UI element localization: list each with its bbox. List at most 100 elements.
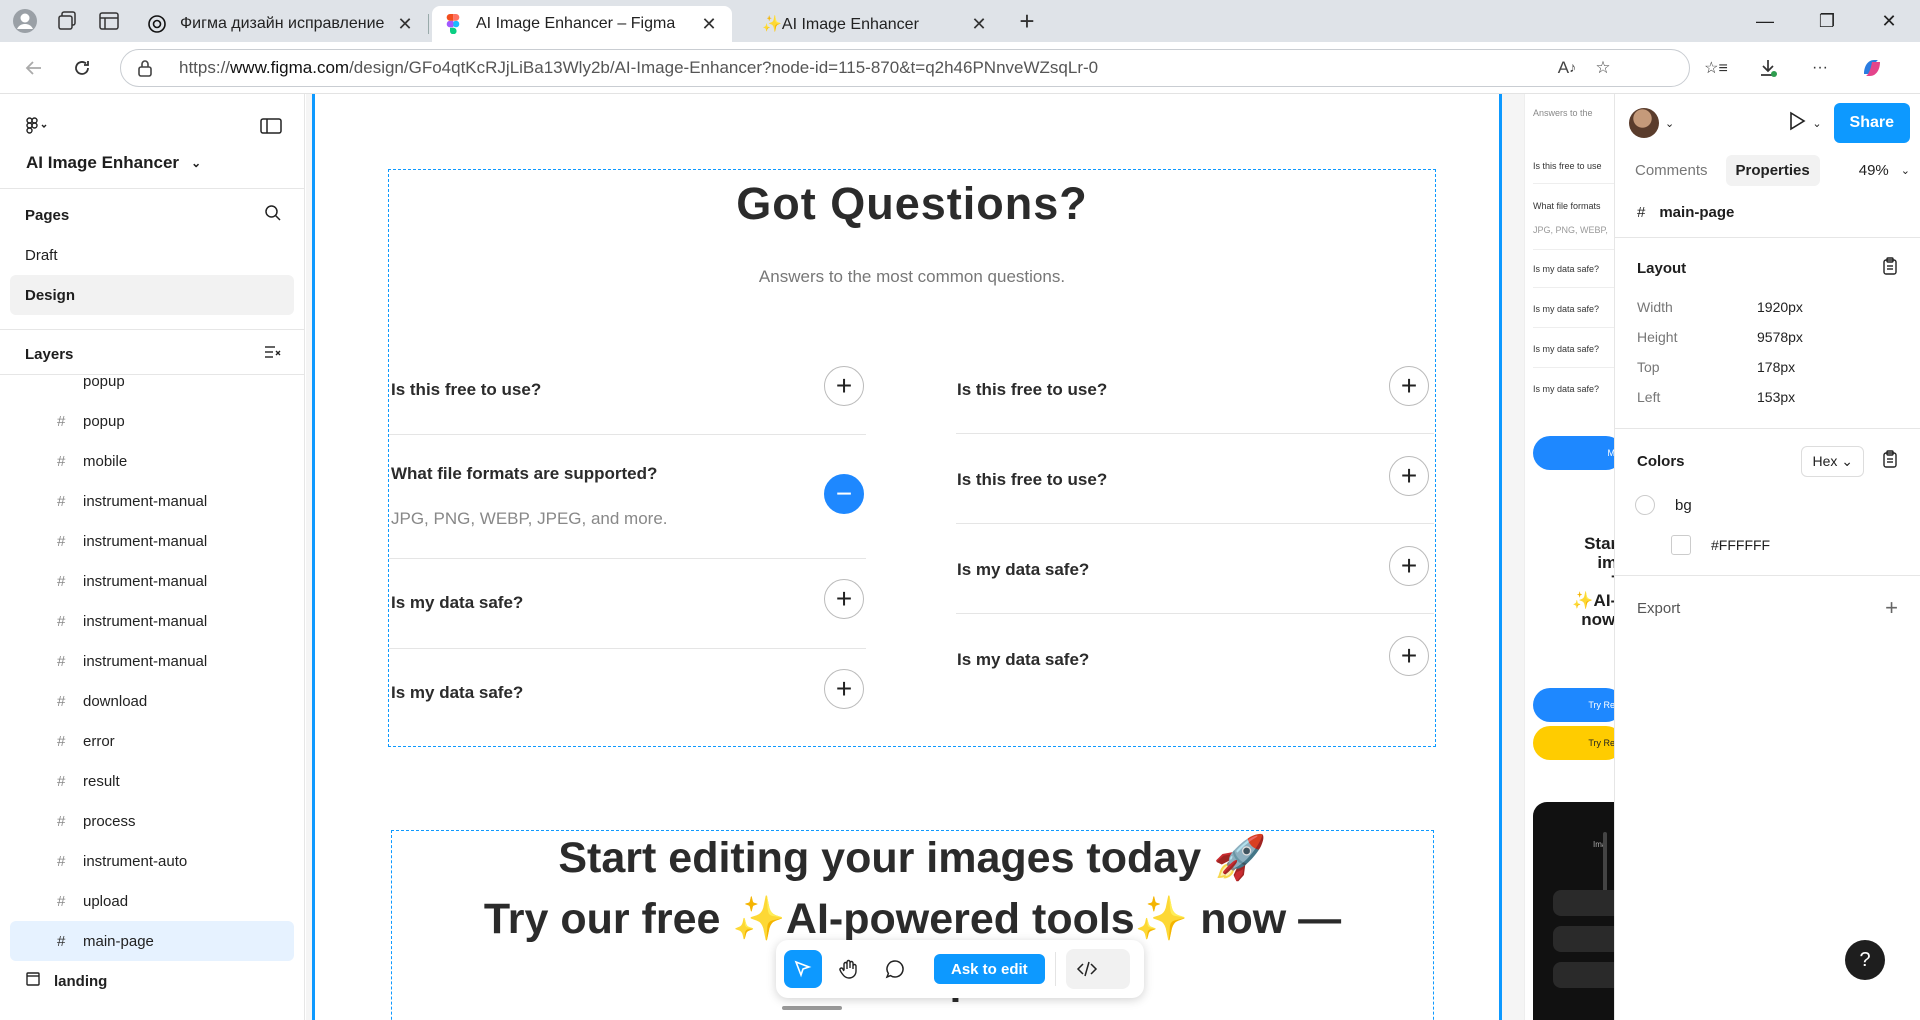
plus-icon[interactable]: + — [824, 366, 864, 406]
color-value-row[interactable]: #FFFFFF — [1615, 525, 1920, 565]
divider — [0, 329, 304, 330]
favorites-icon[interactable]: ☆≡ — [1690, 48, 1742, 88]
section-landing[interactable]: landing — [10, 961, 294, 1001]
plus-icon[interactable]: + — [1389, 546, 1429, 586]
help-button[interactable]: ? — [1845, 940, 1885, 980]
copilot-icon[interactable] — [1846, 48, 1898, 88]
share-button[interactable]: Share — [1833, 103, 1910, 143]
canvas-scrollbar[interactable] — [782, 1006, 842, 1010]
new-tab-icon[interactable]: + — [1010, 4, 1044, 38]
restore-icon[interactable]: ❐ — [1796, 0, 1858, 42]
faq-question: Is this free to use? — [957, 380, 1108, 399]
main-page-frame[interactable]: Got Questions? Answers to the most commo… — [312, 94, 1502, 1020]
color-style-row[interactable]: bg — [1615, 485, 1920, 525]
search-icon[interactable] — [264, 204, 282, 226]
favorite-star-icon[interactable]: ☆ — [1585, 58, 1621, 78]
layer-item[interactable]: # popup — [10, 401, 294, 441]
faq-question: Is my data safe? — [391, 593, 524, 612]
ask-to-edit-button[interactable]: Ask to edit — [934, 954, 1045, 984]
avatar[interactable] — [1629, 108, 1659, 138]
design-canvas[interactable]: Got Questions? Answers to the most commo… — [306, 94, 1614, 1020]
minimize-icon[interactable]: — — [1734, 0, 1796, 42]
faq-title: Got Questions? — [736, 178, 1088, 229]
divider — [389, 434, 866, 435]
layer-item[interactable]: # instrument-manual — [10, 601, 294, 641]
zoom-level[interactable]: 49% — [1859, 162, 1889, 179]
workspaces-icon[interactable] — [50, 4, 84, 38]
clipboard-icon[interactable] — [1882, 450, 1898, 472]
chevron-down-icon[interactable]: ⌄ — [1901, 164, 1910, 177]
reload-icon[interactable] — [62, 48, 102, 88]
read-aloud-icon[interactable]: A ♪ — [1549, 58, 1585, 78]
dev-mode-toggle[interactable] — [1065, 949, 1130, 989]
faq-question: Is my data safe? — [957, 560, 1090, 579]
frame-icon: # — [1637, 204, 1646, 221]
faq-question: Is my data safe? — [391, 683, 524, 702]
layer-item[interactable]: # instrument-manual — [10, 561, 294, 601]
prop-top: Top 178px — [1637, 359, 1796, 375]
close-icon[interactable]: ✕ — [698, 13, 720, 35]
frame-icon: # — [57, 812, 66, 830]
clipboard-icon[interactable] — [1882, 257, 1898, 279]
plus-icon[interactable]: + — [1389, 366, 1429, 406]
chevron-down-icon[interactable]: ⌄ — [1665, 117, 1674, 130]
layer-item[interactable]: # instrument-auto — [10, 841, 294, 881]
profile-icon[interactable] — [8, 4, 42, 38]
project-name[interactable]: AI Image Enhancer ⌄ — [0, 148, 304, 178]
page-draft[interactable]: Draft — [10, 235, 294, 275]
layer-item[interactable]: # mobile — [10, 441, 294, 481]
close-icon[interactable]: ✕ — [394, 13, 416, 35]
tab-ai-image-enhancer-figma[interactable]: AI Image Enhancer – Figma ✕ — [432, 6, 732, 42]
mobile-frame-preview[interactable]: Answers to the Is this free to use What … — [1524, 94, 1614, 1020]
preview-question: Is my data safe? — [1533, 384, 1600, 394]
plus-icon[interactable]: + — [1389, 636, 1429, 676]
frame-icon: # — [57, 572, 66, 590]
close-icon[interactable]: ✕ — [968, 13, 990, 35]
layer-item[interactable]: # instrument-manual — [10, 481, 294, 521]
tab-properties[interactable]: Properties — [1725, 154, 1820, 186]
section-icon — [26, 972, 40, 990]
layer-item[interactable]: # download — [10, 681, 294, 721]
faq-section[interactable]: Got Questions? Answers to the most commo… — [388, 169, 1436, 747]
layer-item[interactable]: # error — [10, 721, 294, 761]
plus-icon[interactable]: + — [824, 579, 864, 619]
preview-dark-input — [1553, 890, 1614, 916]
plus-icon[interactable]: + — [1389, 456, 1429, 496]
frame-icon: # — [57, 692, 66, 710]
move-tool-icon[interactable] — [784, 950, 822, 988]
back-icon[interactable] — [14, 48, 54, 88]
layer-item[interactable]: # upload — [10, 881, 294, 921]
layer-item-main-page[interactable]: # main-page — [10, 921, 294, 961]
faq-question: Is my data safe? — [957, 650, 1090, 669]
chevron-down-icon[interactable]: ⌄ — [1812, 117, 1821, 130]
frame-icon: # — [57, 652, 66, 670]
figma-menu-icon[interactable] — [26, 116, 48, 140]
vertical-tabs-icon[interactable] — [92, 4, 126, 38]
preview-button: M — [1533, 436, 1614, 470]
minus-icon[interactable]: − — [824, 474, 864, 514]
right-panel-header: ⌄ ⌄ Share — [1615, 94, 1920, 152]
color-format-select[interactable]: Hex ⌄ — [1801, 445, 1864, 477]
frame-icon: # — [57, 612, 66, 630]
add-export-icon[interactable]: + — [1885, 595, 1898, 621]
layer-item[interactable]: # instrument-manual — [10, 521, 294, 561]
toggle-sidebar-icon[interactable] — [260, 117, 282, 140]
layer-item[interactable]: # instrument-manual — [10, 641, 294, 681]
close-window-icon[interactable]: ✕ — [1858, 0, 1920, 42]
comment-tool-icon[interactable] — [876, 950, 914, 988]
hand-tool-icon[interactable] — [830, 950, 868, 988]
tab-comments[interactable]: Comments — [1635, 162, 1708, 179]
more-menu-icon[interactable]: ··· — [1794, 48, 1846, 88]
frame-icon: # — [57, 532, 66, 550]
page-design[interactable]: Design — [10, 275, 294, 315]
divider — [956, 613, 1434, 614]
url-field[interactable]: https://www.figma.com/design/GFo4qtKcRJj… — [120, 48, 1690, 87]
layer-item[interactable]: popup — [10, 361, 294, 401]
tab-ai-image-enhancer[interactable]: ✨AI Image Enhancer ✕ — [736, 6, 1002, 42]
play-icon[interactable] — [1788, 111, 1806, 136]
layer-item[interactable]: # process — [10, 801, 294, 841]
layer-item[interactable]: # result — [10, 761, 294, 801]
plus-icon[interactable]: + — [824, 669, 864, 709]
downloads-icon[interactable] — [1742, 48, 1794, 88]
tab-figma-design-fix[interactable]: Фигма дизайн исправление ✕ — [136, 6, 429, 42]
